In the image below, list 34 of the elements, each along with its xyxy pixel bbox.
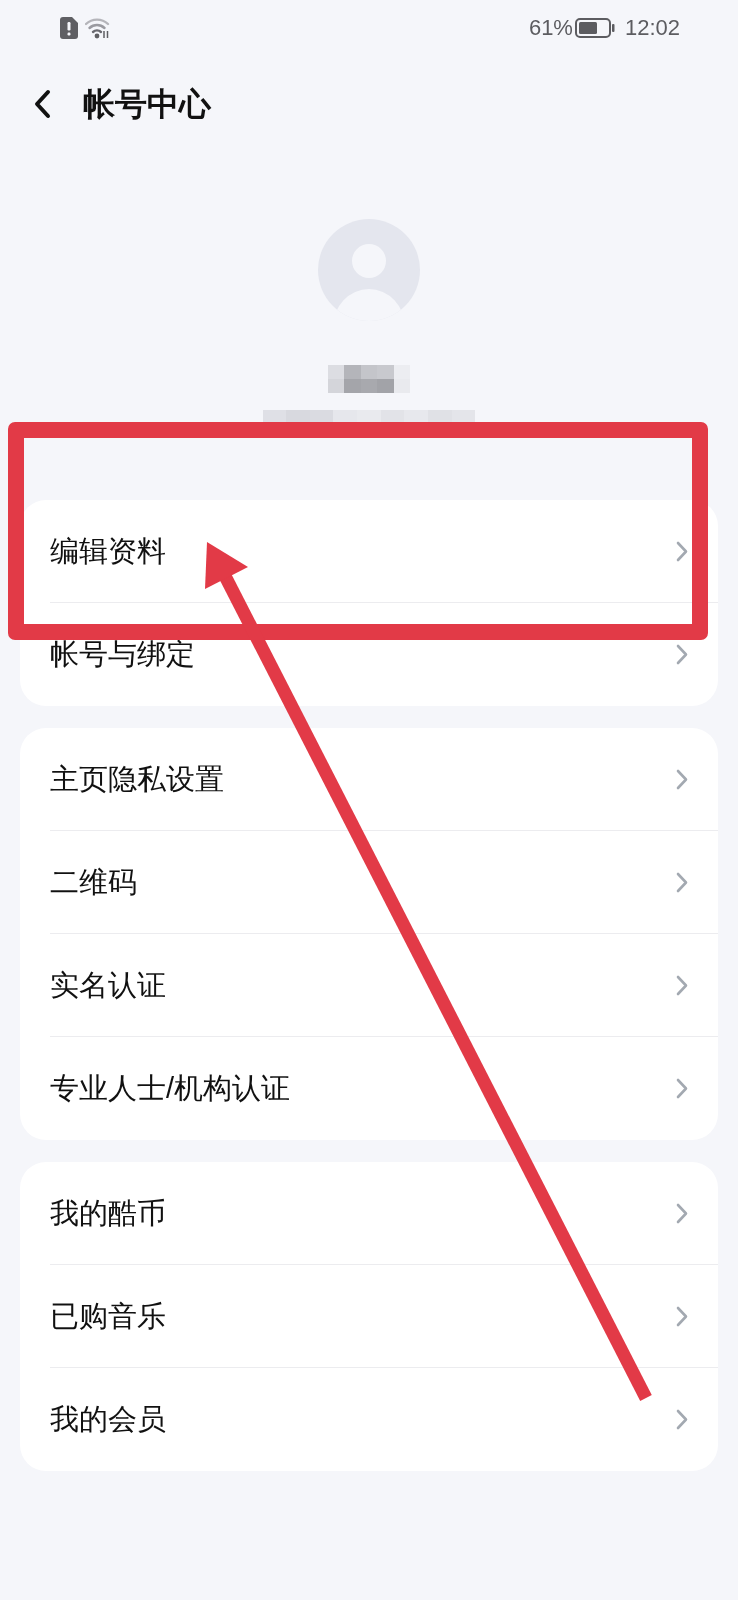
chevron-right-icon bbox=[676, 644, 688, 665]
chevron-right-icon bbox=[676, 769, 688, 790]
sim-alert-icon bbox=[60, 17, 78, 39]
chevron-right-icon bbox=[676, 1078, 688, 1099]
chevron-right-icon bbox=[676, 1203, 688, 1224]
chevron-right-icon bbox=[676, 975, 688, 996]
menu-item-label: 我的会员 bbox=[50, 1405, 166, 1434]
menu-item-label: 二维码 bbox=[50, 868, 137, 897]
chevron-right-icon bbox=[676, 872, 688, 893]
menu-item-label: 专业人士/机构认证 bbox=[50, 1074, 291, 1103]
menu-item[interactable]: 帐号与绑定 bbox=[20, 603, 718, 706]
battery-percentage: 61% bbox=[528, 17, 573, 39]
menu-item-label: 我的酷币 bbox=[50, 1199, 166, 1228]
menu-item-label: 帐号与绑定 bbox=[50, 640, 195, 669]
menu-item-label: 实名认证 bbox=[50, 971, 166, 1000]
menu-item[interactable]: 我的酷币 bbox=[20, 1162, 718, 1265]
menu-item-label: 主页隐私设置 bbox=[50, 765, 224, 794]
menu-item-label: 已购音乐 bbox=[50, 1302, 166, 1331]
menu-item[interactable]: 专业人士/机构认证 bbox=[20, 1037, 718, 1140]
menu-item[interactable]: 主页隐私设置 bbox=[20, 728, 718, 831]
chevron-right-icon bbox=[676, 1306, 688, 1327]
chevron-right-icon bbox=[676, 1409, 688, 1430]
menu-item[interactable]: 实名认证 bbox=[20, 934, 718, 1037]
clock-time: 12:02 bbox=[624, 17, 680, 39]
menu-item[interactable]: 编辑资料 bbox=[20, 500, 718, 603]
battery-icon bbox=[574, 18, 615, 38]
chevron-right-icon bbox=[676, 541, 688, 562]
page-title: 帐号中心 bbox=[83, 88, 211, 120]
menu-item-label: 编辑资料 bbox=[50, 537, 166, 566]
wifi-icon bbox=[85, 17, 111, 39]
menu-item[interactable]: 我的会员 bbox=[20, 1368, 718, 1471]
menu-item[interactable]: 已购音乐 bbox=[20, 1265, 718, 1368]
menu-item[interactable]: 二维码 bbox=[20, 831, 718, 934]
back-icon bbox=[33, 89, 51, 119]
